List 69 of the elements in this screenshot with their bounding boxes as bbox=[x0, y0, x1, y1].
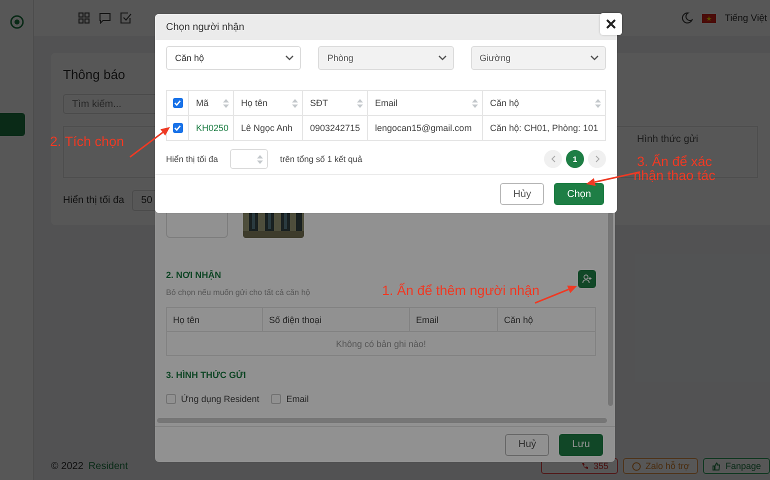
chevron-left-icon bbox=[550, 155, 556, 163]
select-button[interactable]: Chọn bbox=[554, 183, 604, 205]
page-size-label: Hiển thị tối đa bbox=[63, 195, 124, 206]
table-cell: lengocan15@gmail.com bbox=[375, 123, 472, 133]
sort-icon[interactable] bbox=[292, 98, 298, 108]
checkbox[interactable] bbox=[172, 98, 182, 108]
chevron-down-icon bbox=[590, 55, 599, 61]
section-title: 3. HÌNH THỨC GỬI bbox=[166, 370, 247, 380]
add-recipient-button[interactable] bbox=[578, 270, 596, 288]
fanpage-support-button[interactable]: Fanpage bbox=[703, 458, 770, 474]
page-size-field[interactable] bbox=[230, 149, 268, 169]
column-header: Họ tên bbox=[167, 308, 263, 331]
section-hint: Bỏ chọn nếu muốn gửi cho tất cả căn hộ bbox=[166, 288, 310, 297]
chevron-right-icon bbox=[594, 155, 600, 163]
sort-icon[interactable] bbox=[223, 98, 229, 108]
grid-icon[interactable] bbox=[78, 12, 90, 24]
phone-icon bbox=[580, 462, 589, 470]
cancel-button[interactable]: Huỷ bbox=[505, 434, 550, 456]
scrollbar[interactable] bbox=[157, 418, 607, 423]
empty-message: Không có bản ghi nào! bbox=[334, 338, 428, 351]
moon-icon[interactable] bbox=[680, 12, 693, 24]
checkbox-icon[interactable] bbox=[120, 12, 132, 24]
page-button[interactable]: 1 bbox=[566, 150, 584, 168]
section-title: 2. NƠI NHẬN bbox=[166, 270, 222, 280]
save-button[interactable]: Lưu bbox=[559, 434, 603, 456]
copyright-text: © 2022 bbox=[51, 460, 84, 472]
user-plus-icon bbox=[582, 274, 592, 284]
logo-icon[interactable] bbox=[10, 15, 24, 29]
page-size-label: Hiển thị tối đa bbox=[166, 154, 218, 164]
annotation-text: 3. Ấn để xác nhận thao tác bbox=[632, 155, 716, 184]
flag-icon[interactable] bbox=[702, 14, 716, 22]
page-title: Thông báo bbox=[63, 67, 126, 82]
column-header: Số điện thoại bbox=[263, 308, 410, 331]
cancel-button[interactable]: Hủy bbox=[500, 183, 544, 205]
column-header: Email bbox=[375, 98, 398, 108]
filter-select[interactable]: Căn hộ bbox=[166, 46, 302, 70]
checkbox-label: Ứng dụng Resident bbox=[181, 394, 260, 404]
column-header: Hình thức gửi bbox=[637, 134, 698, 145]
language-label[interactable]: Tiếng Việt bbox=[724, 12, 767, 24]
column-header: Email bbox=[410, 308, 498, 331]
close-icon bbox=[606, 19, 616, 29]
close-button[interactable] bbox=[600, 13, 622, 35]
column-header: Họ tên bbox=[241, 98, 268, 108]
scrollbar[interactable] bbox=[608, 212, 613, 406]
sort-icon[interactable] bbox=[357, 98, 363, 108]
checkbox[interactable] bbox=[271, 394, 282, 404]
next-page-button[interactable] bbox=[588, 150, 606, 168]
annotation-text: 2. Tích chọn bbox=[50, 134, 124, 149]
chevron-down-icon bbox=[438, 55, 447, 61]
column-header: Căn hộ bbox=[503, 314, 534, 326]
sort-icon[interactable] bbox=[256, 154, 263, 164]
checkbox[interactable] bbox=[172, 123, 182, 133]
table-cell: Lê Ngọc Anh bbox=[241, 123, 293, 133]
table-cell: KH0250 bbox=[196, 123, 229, 133]
annotation-text: 1. Ấn để thêm người nhận bbox=[382, 283, 540, 298]
chevron-down-icon bbox=[285, 55, 294, 61]
checkbox[interactable] bbox=[166, 394, 176, 404]
sort-icon[interactable] bbox=[472, 98, 478, 108]
table-cell: 0903242715 bbox=[310, 123, 360, 133]
table-cell: Căn hộ: CH01, Phòng: 101 bbox=[490, 123, 598, 133]
dialog-title: Chọn người nhận bbox=[166, 22, 244, 32]
previous-page-button[interactable] bbox=[544, 150, 562, 168]
column-header: SĐT bbox=[310, 98, 328, 108]
column-header: Mã bbox=[196, 98, 209, 108]
column-header: Căn hộ bbox=[490, 98, 520, 108]
thumbs-up-icon bbox=[712, 462, 720, 470]
result-summary: trên tổng số 1 kết quả bbox=[280, 154, 362, 164]
sort-icon[interactable] bbox=[595, 98, 601, 108]
checkbox-label: Email bbox=[286, 394, 309, 404]
